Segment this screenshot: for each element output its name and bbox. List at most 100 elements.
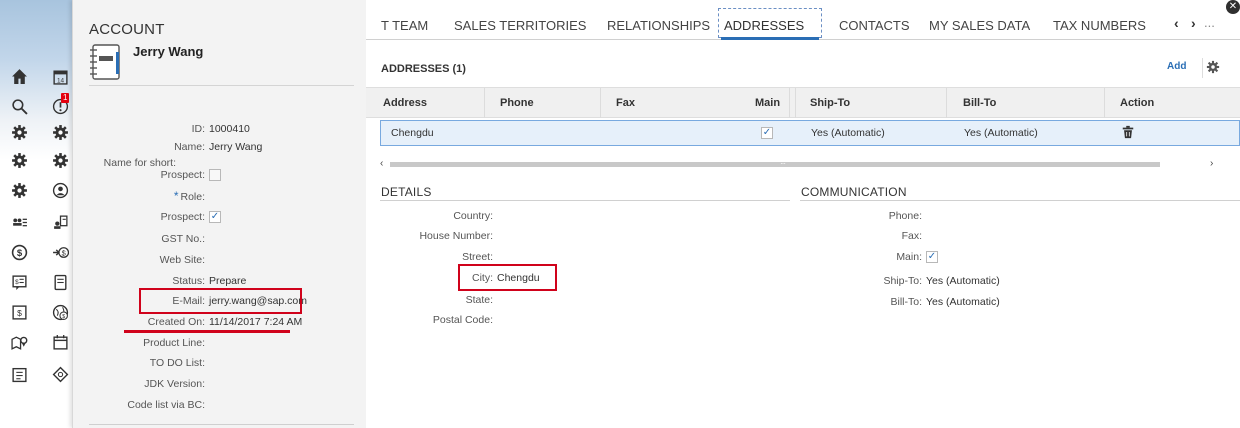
- field-label: Created On:: [147, 316, 205, 328]
- column-header[interactable]: Bill-To: [963, 97, 996, 109]
- calendar-icon[interactable]: 14: [50, 66, 70, 86]
- field-website: Web Site:: [73, 252, 367, 268]
- scroll-track[interactable]: [390, 162, 1160, 167]
- rail-row: [0, 122, 72, 152]
- field-label: * Role:: [73, 189, 209, 203]
- user-list-icon[interactable]: [9, 212, 29, 232]
- scroll-left-arrow[interactable]: ‹: [380, 158, 383, 169]
- gear-icon[interactable]: [9, 150, 29, 170]
- table-header: Address Phone Fax Main Ship-To Bill-To A…: [366, 87, 1240, 118]
- tab-overflow-button[interactable]: ...: [1204, 15, 1215, 30]
- tab-addresses[interactable]: ADDRESSES: [724, 18, 804, 33]
- field-label: Bill-To:: [890, 296, 922, 308]
- field-label: Product Line:: [143, 337, 205, 349]
- gear-icon[interactable]: [9, 180, 29, 200]
- table-row[interactable]: Chengdu ✓ Yes (Automatic) Yes (Automatic…: [380, 120, 1240, 146]
- column-header[interactable]: Phone: [500, 97, 534, 109]
- ship-to-cell: Yes (Automatic): [811, 127, 885, 139]
- prospect-checkbox[interactable]: [209, 169, 221, 181]
- field-postal-code: Postal Code:: [366, 312, 497, 328]
- field-id: ID: 1000410: [73, 121, 367, 137]
- svg-text:$: $: [16, 248, 22, 259]
- field-value: Prepare: [209, 275, 247, 287]
- tab-prev-button[interactable]: ‹: [1174, 15, 1179, 31]
- horizontal-scrollbar[interactable]: ‹ ··· ›: [380, 158, 1240, 170]
- alert-icon[interactable]: 1: [50, 93, 70, 116]
- main-content: T TEAM SALES TERRITORIES RELATIONSHIPS A…: [366, 0, 1240, 428]
- tag-icon[interactable]: [50, 364, 70, 384]
- column-separator: [484, 88, 485, 118]
- scroll-right-arrow[interactable]: ›: [1210, 158, 1213, 169]
- field-label: Ship-To:: [883, 275, 922, 287]
- field-label: State:: [465, 294, 493, 306]
- communication-title: COMMUNICATION: [801, 185, 907, 199]
- gear-icon[interactable]: [50, 122, 70, 142]
- column-header[interactable]: Fax: [616, 97, 635, 109]
- field-label: Main:: [896, 251, 922, 263]
- field-label: Web Site:: [159, 254, 205, 266]
- highlight-box: [139, 288, 302, 314]
- tab-team[interactable]: T TEAM: [381, 18, 428, 33]
- map-pin-icon[interactable]: [9, 332, 29, 352]
- user-card-icon[interactable]: [50, 212, 70, 232]
- address-link[interactable]: Chengdu: [391, 127, 434, 139]
- svg-text:$: $: [62, 313, 65, 319]
- invoice-icon[interactable]: $: [9, 272, 29, 292]
- delete-action[interactable]: [1121, 125, 1135, 142]
- search-icon[interactable]: [9, 96, 29, 116]
- tab-next-button[interactable]: ›: [1191, 15, 1196, 31]
- tab-active-indicator: [721, 37, 819, 40]
- column-header[interactable]: Ship-To: [810, 97, 850, 109]
- notebook-icon: [89, 44, 121, 80]
- tab-contacts[interactable]: CONTACTS: [839, 18, 910, 33]
- field-phone: Phone:: [800, 208, 926, 224]
- field-house-number: House Number:: [366, 228, 497, 244]
- calendar-list-icon[interactable]: [9, 364, 29, 384]
- main-cell: ✓: [761, 126, 773, 139]
- user-circle-icon[interactable]: [50, 180, 70, 200]
- table-settings-button[interactable]: [1202, 58, 1222, 78]
- column-separator: [1104, 88, 1105, 118]
- field-product-line: Product Line:: [73, 335, 367, 351]
- field-label: Name:: [174, 141, 205, 153]
- column-header[interactable]: Action: [1120, 97, 1154, 109]
- main-checkbox[interactable]: ✓: [761, 127, 773, 139]
- dollar-bill-icon[interactable]: $: [9, 302, 29, 322]
- trash-icon: [1121, 125, 1135, 142]
- tab-my-sales-data[interactable]: MY SALES DATA: [929, 18, 1030, 33]
- scroll-grip-icon: ···: [780, 159, 786, 168]
- column-separator: [600, 88, 601, 118]
- field-prospect: Prospect: ✓: [73, 209, 367, 225]
- gear-icon[interactable]: [9, 122, 29, 142]
- notification-badge: 1: [61, 93, 70, 103]
- divider: [380, 200, 790, 201]
- field-label-text: Role:: [180, 191, 205, 203]
- column-header[interactable]: Main: [755, 97, 780, 109]
- field-status: Status: Prepare: [73, 273, 367, 289]
- field-label: Status:: [172, 275, 205, 287]
- add-button[interactable]: Add: [1167, 61, 1186, 72]
- transfer-dollar-icon[interactable]: $: [50, 242, 70, 262]
- home-icon[interactable]: [9, 66, 29, 86]
- field-state: State:: [366, 292, 497, 308]
- column-separator: [946, 88, 947, 118]
- field-value: Yes (Automatic): [926, 296, 1000, 308]
- prospect-checkbox[interactable]: ✓: [209, 211, 221, 223]
- tab-tax-numbers[interactable]: TAX NUMBERS: [1053, 18, 1146, 33]
- column-header[interactable]: Address: [383, 97, 427, 109]
- field-value: 1000410: [209, 123, 250, 135]
- dollar-circle-icon[interactable]: $: [9, 242, 29, 262]
- calendar-icon[interactable]: [50, 332, 70, 352]
- rail-row: $ $: [0, 242, 72, 272]
- tab-relationships[interactable]: RELATIONSHIPS: [607, 18, 710, 33]
- close-icon[interactable]: ✕: [1226, 0, 1240, 14]
- document-icon[interactable]: [50, 272, 70, 292]
- field-todo-list: TO DO List:: [73, 355, 367, 371]
- column-separator: [795, 88, 796, 118]
- field-label: ID:: [191, 123, 205, 135]
- tab-sales-territories[interactable]: SALES TERRITORIES: [454, 18, 586, 33]
- field-prospect: Prospect:: [73, 167, 367, 183]
- globe-dollar-icon[interactable]: $: [50, 302, 70, 322]
- field-street: Street:: [366, 249, 497, 265]
- main-checkbox[interactable]: ✓: [926, 251, 938, 263]
